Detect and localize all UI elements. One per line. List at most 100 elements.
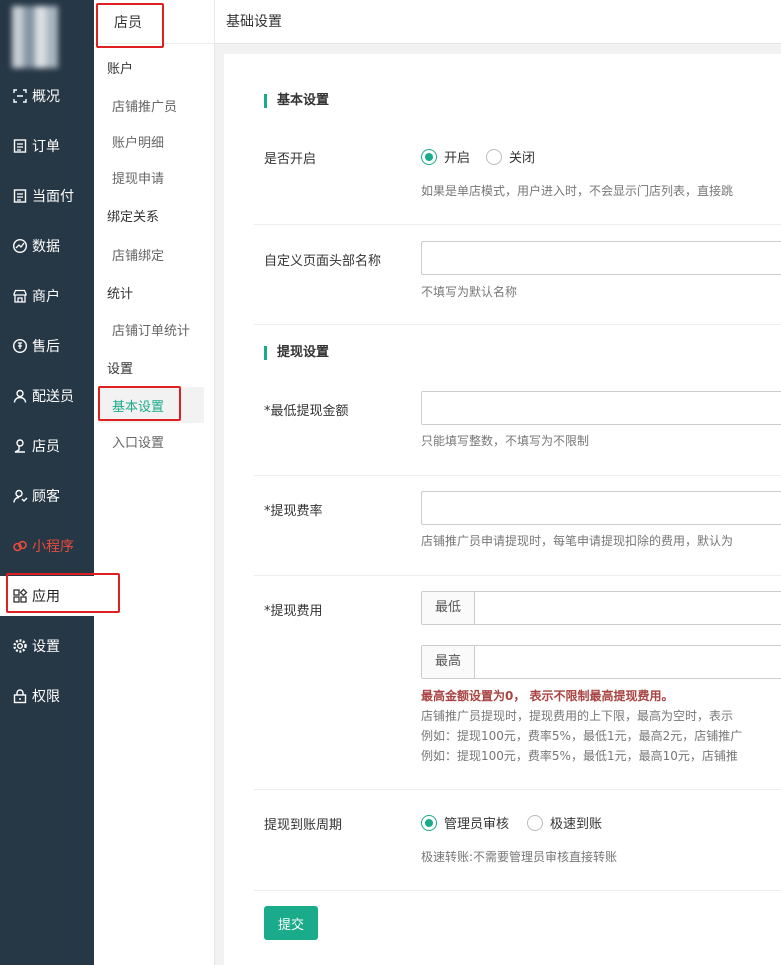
page-title: 基础设置: [226, 14, 282, 30]
rate-label: *提现费率: [264, 504, 323, 519]
nav-item-orders[interactable]: 订单: [0, 126, 94, 166]
sub-link-withdraw-apply[interactable]: 提现申请: [112, 168, 164, 187]
radio-unchecked-icon: [527, 814, 543, 831]
order-icon: [12, 138, 28, 154]
section-basic-title: 基本设置: [264, 94, 329, 108]
sub-link-account-detail[interactable]: 账户明细: [112, 132, 164, 151]
rate-hint: 店铺推广员申请提现时，每笔申请提现扣除的费用，默认为: [421, 534, 734, 548]
sub-link-promoter[interactable]: 店铺推广员: [112, 96, 177, 115]
nav-item-customer[interactable]: 顾客: [0, 476, 94, 516]
nav-item-facepay[interactable]: 当面付: [0, 176, 94, 216]
fee-warning: 最高金额设置为0， 表示不限制最高提现费用。: [421, 689, 674, 703]
fee-hint-3: 例如：提现100元，费率5%，最低1元，最高10元，店铺推: [421, 749, 738, 763]
nav-item-apps[interactable]: 应用: [0, 576, 94, 616]
sub-link-entry-settings[interactable]: 入口设置: [112, 432, 164, 451]
miniprogram-icon: [12, 538, 28, 554]
nav-item-settings[interactable]: 设置: [0, 626, 94, 666]
period-admin-radio[interactable]: 管理员审核: [421, 813, 509, 832]
nav-item-data[interactable]: 数据: [0, 226, 94, 266]
header-name-input[interactable]: [421, 241, 781, 275]
group-stats: 统计: [107, 287, 134, 302]
radio-unchecked-icon: [486, 148, 502, 165]
radio-label: 开启: [444, 151, 471, 166]
radio-label: 管理员审核: [444, 817, 510, 832]
nav-label: 店员: [32, 439, 60, 455]
rate-input[interactable]: [421, 491, 781, 525]
period-fast-radio[interactable]: 极速到账: [527, 813, 602, 832]
apps-icon: [12, 588, 28, 604]
enable-label: 是否开启: [264, 152, 317, 167]
settings-form: 基本设置 是否开启 开启 关闭 如果是单店模式，用户进入时，不会显示门店列表，直…: [224, 54, 781, 965]
radio-checked-icon: [421, 814, 437, 831]
fee-label: *提现费用: [264, 604, 323, 619]
section-withdraw-title: 提现设置: [264, 346, 329, 360]
clerk-icon: [12, 438, 28, 454]
nav-label: 配送员: [32, 389, 74, 405]
divider: [254, 324, 781, 325]
fee-hint-1: 店铺推广员提现时，提现费用的上下限，最高为空时，表示: [421, 709, 734, 723]
min-amount-hint: 只能填写整数，不填写为不限制: [421, 434, 590, 448]
period-label: 提现到账周期: [264, 818, 343, 833]
group-account: 账户: [107, 62, 134, 77]
nav-label: 顾客: [32, 489, 60, 505]
nav-item-permissions[interactable]: 权限: [0, 676, 94, 716]
aftersale-icon: [12, 338, 28, 354]
divider: [254, 224, 781, 225]
group-settings: 设置: [107, 362, 134, 377]
sub-link-store-bind[interactable]: 店铺绑定: [112, 245, 164, 264]
main-nav: 概况 订单 当面付 数据 商户 售后 配送员 店员 顾客 小程序 应用 设置 权…: [0, 0, 94, 965]
nav-item-aftersale[interactable]: 售后: [0, 326, 94, 366]
group-bind: 绑定关系: [107, 210, 160, 225]
divider: [254, 789, 781, 790]
nav-label: 数据: [32, 239, 60, 255]
pay-icon: [12, 188, 28, 204]
enable-on-radio[interactable]: 开启: [421, 147, 470, 166]
divider: [254, 890, 781, 891]
fee-hint-2: 例如：提现100元，费率5%，最低1元，最高2元，店铺推广: [421, 729, 743, 743]
fee-max-addon: 最高: [422, 646, 475, 678]
gear-icon: [12, 638, 28, 654]
sub-menu: 店员 账户 店铺推广员 账户明细 提现申请 绑定关系 店铺绑定 统计 店铺订单统…: [94, 0, 215, 965]
chart-icon: [12, 238, 28, 254]
nav-label: 订单: [32, 139, 60, 155]
nav-item-miniprogram[interactable]: 小程序: [0, 526, 94, 566]
radio-label: 极速到账: [550, 817, 603, 832]
sub-menu-title: 店员: [114, 15, 142, 31]
nav-label: 应用: [32, 589, 60, 605]
lock-icon: [12, 688, 28, 704]
customer-icon: [12, 488, 28, 504]
nav-label: 概况: [32, 89, 60, 105]
fee-min-addon: 最低: [422, 592, 475, 624]
store-icon: [12, 288, 28, 304]
nav-item-merchant[interactable]: 商户: [0, 276, 94, 316]
submit-button[interactable]: 提交: [264, 906, 318, 940]
nav-label: 售后: [32, 339, 60, 355]
enable-off-radio[interactable]: 关闭: [486, 147, 535, 166]
sub-menu-header: 店员: [94, 0, 214, 44]
top-bar: 基础设置: [215, 0, 781, 44]
sub-link-order-stats[interactable]: 店铺订单统计: [112, 320, 190, 339]
avatar[interactable]: [12, 6, 58, 68]
min-amount-input[interactable]: [421, 391, 781, 425]
divider: [254, 575, 781, 576]
header-name-label: 自定义页面头部名称: [264, 254, 382, 269]
nav-label: 商户: [32, 289, 60, 305]
fee-max-input[interactable]: 最高: [421, 645, 781, 679]
fee-min-input[interactable]: 最低: [421, 591, 781, 625]
nav-label: 权限: [32, 689, 60, 705]
nav-label: 小程序: [32, 539, 74, 555]
nav-label: 当面付: [32, 189, 74, 205]
min-amount-label: *最低提现金额: [264, 404, 349, 419]
sub-link-basic-settings[interactable]: 基本设置: [98, 387, 204, 423]
radio-checked-icon: [421, 148, 437, 165]
nav-item-overview[interactable]: 概况: [0, 76, 94, 116]
courier-icon: [12, 388, 28, 404]
header-name-hint: 不填写为默认名称: [421, 285, 518, 299]
divider: [254, 475, 781, 476]
period-hint: 极速转账:不需要管理员审核直接转账: [421, 850, 618, 864]
radio-label: 关闭: [509, 151, 536, 166]
nav-label: 设置: [32, 639, 60, 655]
overview-icon: [12, 88, 28, 104]
nav-item-courier[interactable]: 配送员: [0, 376, 94, 416]
nav-item-clerk[interactable]: 店员: [0, 426, 94, 466]
